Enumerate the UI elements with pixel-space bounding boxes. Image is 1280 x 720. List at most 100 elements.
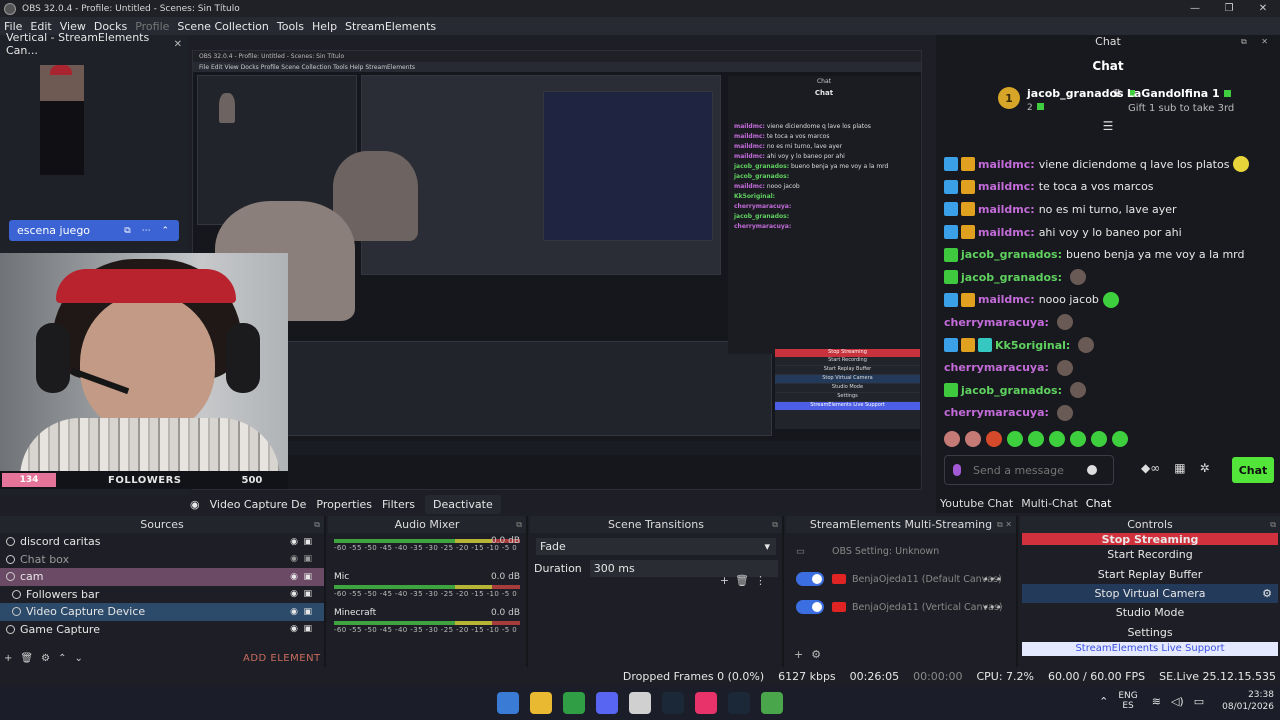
maximize-button[interactable]: ❐	[1212, 0, 1246, 17]
eye-icon[interactable]: ◉	[290, 554, 298, 564]
lock-icon[interactable]: ▣	[303, 624, 312, 634]
lock-icon[interactable]: ▣	[303, 554, 312, 564]
mic-icon[interactable]	[953, 464, 961, 476]
menu-tools[interactable]: Tools	[277, 20, 304, 33]
dock-close-icon[interactable]: ⧉ ✕	[997, 520, 1012, 530]
chat-username[interactable]: cherrymaracuya:	[944, 316, 1049, 329]
dock-menu-icon[interactable]: ⧉	[314, 520, 320, 530]
properties-button[interactable]: Properties	[316, 498, 372, 511]
points-icon[interactable]: ◆∞	[1141, 461, 1160, 475]
chat-username[interactable]: jacob_granados:	[961, 248, 1062, 261]
taskbar-app-icon[interactable]	[662, 692, 684, 714]
volume-icon[interactable]: ◁)	[1171, 695, 1184, 708]
vertical-canvas-preview[interactable]	[40, 65, 84, 175]
taskbar-app-icon[interactable]	[596, 692, 618, 714]
add-icon[interactable]: +	[4, 653, 12, 664]
scene-item-icons[interactable]: ⧉ ⋯ ⌃	[124, 226, 173, 236]
eye-icon[interactable]: ◉	[290, 537, 298, 547]
source-item[interactable]: Game Capture ◉ ▣	[0, 621, 324, 639]
scene-item-escena-juego[interactable]: escena juego ⧉ ⋯ ⌃	[9, 220, 179, 241]
emote-icon[interactable]	[1028, 431, 1044, 447]
source-item[interactable]: Followers bar ◉ ▣	[0, 586, 324, 604]
emote-icon[interactable]	[1091, 431, 1107, 447]
stop-virtual-camera-button[interactable]: Stop Virtual Camera ⚙	[1022, 583, 1278, 604]
start-recording-button[interactable]: Start Recording	[1022, 545, 1278, 564]
emote-icon[interactable]	[965, 431, 981, 447]
taskbar-app-icon[interactable]	[629, 692, 651, 714]
filters-button[interactable]: Filters	[382, 498, 415, 511]
emote-icon[interactable]	[1007, 431, 1023, 447]
taskbar-app-icon[interactable]	[497, 692, 519, 714]
source-item[interactable]: cam ◉ ▣	[0, 568, 324, 586]
webcam-feed[interactable]	[0, 253, 288, 471]
transition-tools[interactable]: +🗑⋮	[720, 574, 772, 587]
chat-username[interactable]: maildmc:	[978, 180, 1035, 193]
start-replay-buffer-button[interactable]: Start Replay Buffer	[1022, 564, 1278, 583]
emote-icon[interactable]	[944, 431, 960, 447]
studio-mode-button[interactable]: Studio Mode	[1022, 603, 1278, 622]
emote-icon[interactable]	[986, 431, 1002, 447]
settings-icon[interactable]: ⚙	[41, 653, 50, 664]
chat-username[interactable]: maildmc:	[978, 203, 1035, 216]
source-item[interactable]: Chat box ◉ ▣	[0, 551, 324, 569]
lock-icon[interactable]: ▣	[303, 537, 312, 547]
lock-icon[interactable]: ▣	[303, 607, 312, 617]
emote-icon[interactable]	[1112, 431, 1128, 447]
tab-multi-chat[interactable]: Multi-Chat	[1017, 496, 1082, 513]
dock-menu-icon[interactable]: ⧉	[1270, 520, 1276, 530]
menu-scene-collection[interactable]: Scene Collection	[177, 20, 268, 33]
close-button[interactable]: ✕	[1246, 0, 1280, 17]
eye-icon[interactable]: ◉	[290, 572, 298, 582]
wifi-icon[interactable]: ≋	[1152, 695, 1161, 708]
chat-username[interactable]: jacob_granados:	[961, 271, 1062, 284]
chat-username[interactable]: maildmc:	[978, 158, 1035, 171]
dock-float-close-icons[interactable]: ⧉ ✕	[1241, 37, 1274, 47]
eye-icon[interactable]: ◉	[290, 624, 298, 634]
battery-icon[interactable]: ▭	[1194, 695, 1204, 708]
main-preview[interactable]: OBS 32.0.4 - Profile: Untitled - Scenes:…	[192, 50, 922, 490]
ms-toggle[interactable]	[796, 600, 824, 614]
tab-youtube-chat[interactable]: Youtube Chat	[936, 496, 1017, 513]
tab-chat[interactable]: Chat	[1082, 496, 1116, 513]
emoji-picker-icon[interactable]	[1087, 465, 1097, 475]
gear-icon[interactable]: ✲	[1200, 461, 1210, 475]
move-down-icon[interactable]: ⌄	[74, 653, 82, 664]
more-icon[interactable]: •••	[983, 573, 1002, 586]
eye-icon[interactable]: ◉	[290, 589, 298, 599]
close-icon[interactable]: ✕	[174, 39, 182, 50]
language-indicator[interactable]: ENG ES	[1118, 691, 1137, 711]
chat-username[interactable]: cherrymaracuya:	[944, 406, 1049, 419]
leader-second-name[interactable]: LaGandolfina 1	[1112, 87, 1220, 100]
settings-button[interactable]: Settings	[1022, 623, 1278, 642]
chat-input[interactable]	[973, 463, 1083, 477]
chat-username[interactable]: maildmc:	[978, 226, 1035, 239]
taskbar-app-icon[interactable]	[695, 692, 717, 714]
more-icon[interactable]: •••	[983, 601, 1002, 614]
emote-icon[interactable]	[1049, 431, 1065, 447]
dock-menu-icon[interactable]: ⧉	[516, 520, 522, 530]
ms-footer-icons[interactable]: +⚙	[794, 648, 829, 661]
menu-streamelements[interactable]: StreamElements	[345, 20, 436, 33]
minimize-button[interactable]: —	[1178, 0, 1212, 17]
emote-icon[interactable]	[1070, 431, 1086, 447]
lock-icon[interactable]: ▣	[303, 572, 312, 582]
taskbar-app-icon[interactable]	[530, 692, 552, 714]
taskbar-app-icon[interactable]	[563, 692, 585, 714]
chat-input-box[interactable]	[944, 455, 1114, 485]
lock-icon[interactable]: ▣	[303, 589, 312, 599]
live-support-button[interactable]: StreamElements Live Support	[1022, 641, 1278, 656]
gear-icon[interactable]: ⚙	[1262, 587, 1272, 600]
source-item[interactable]: Video Capture Device ◉ ▣	[0, 603, 324, 621]
chat-username[interactable]: maildmc:	[978, 293, 1035, 306]
transition-select[interactable]: Fade ▾	[536, 538, 776, 555]
eye-icon[interactable]: ◉	[290, 607, 298, 617]
menu-help[interactable]: Help	[312, 20, 337, 33]
stop-streaming-button[interactable]: Stop Streaming	[1022, 533, 1278, 546]
chat-username[interactable]: jacob_granados:	[961, 384, 1062, 397]
clock[interactable]: 23:38 08/01/2026	[1222, 689, 1274, 713]
chevron-up-icon[interactable]: ⌃	[1099, 695, 1108, 708]
add-element-button[interactable]: ADD ELEMENT	[243, 653, 321, 664]
dock-menu-icon[interactable]: ⧉	[772, 520, 778, 530]
move-up-icon[interactable]: ⌃	[58, 653, 66, 664]
deactivate-button[interactable]: Deactivate	[424, 494, 501, 514]
